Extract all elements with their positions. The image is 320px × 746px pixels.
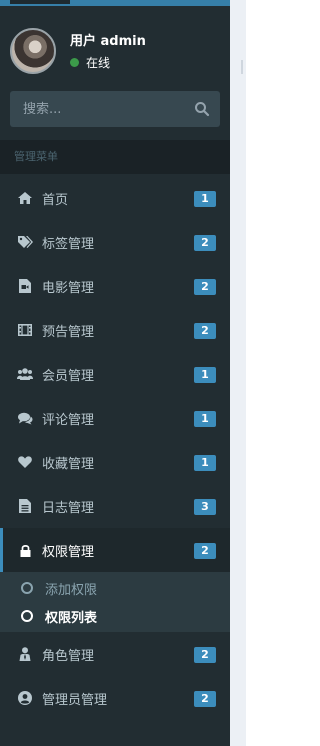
circle-icon [21, 610, 33, 622]
count-badge: 2 [194, 235, 216, 251]
count-badge: 2 [194, 691, 216, 707]
sidebar-item-roles[interactable]: 角色管理 2 [0, 632, 230, 676]
user-name: 用户 admin [70, 34, 146, 49]
sidebar: 用户 admin 在线 管理菜单 首页 1 标签管理 2 电影管理 2 [0, 0, 230, 746]
menu-header: 管理菜单 [0, 140, 230, 174]
sidebar-item-permissions[interactable]: 权限管理 2 [0, 528, 230, 572]
sidebar-item-admins[interactable]: 管理员管理 2 [0, 676, 230, 720]
count-badge: 2 [194, 323, 216, 339]
avatar[interactable] [10, 28, 56, 74]
circle-icon [21, 582, 33, 594]
home-icon [17, 190, 33, 206]
sidebar-item-label: 评论管理 [42, 412, 95, 428]
video-file-icon [17, 278, 33, 294]
permissions-submenu: 添加权限 权限列表 [0, 572, 230, 632]
sidebar-item-label: 预告管理 [42, 324, 95, 340]
count-badge: 1 [194, 455, 216, 471]
submenu-item-add-permission[interactable]: 添加权限 [0, 574, 230, 602]
user-status: 在线 [70, 54, 110, 71]
gutter-mark [241, 60, 243, 74]
role-icon [17, 646, 33, 662]
sidebar-item-tags[interactable]: 标签管理 2 [0, 220, 230, 264]
search-input[interactable] [10, 91, 185, 127]
heart-icon [17, 454, 33, 470]
lock-icon [17, 542, 33, 558]
count-badge: 2 [194, 647, 216, 663]
search-form [10, 91, 220, 127]
user-circle-icon [17, 690, 33, 706]
content-gutter [230, 0, 246, 746]
submenu-item-label: 权限列表 [45, 610, 98, 626]
online-dot-icon [70, 58, 79, 67]
users-icon [17, 366, 33, 382]
sidebar-menu: 首页 1 标签管理 2 电影管理 2 预告管理 2 会员管理 1 评论管理 1 [0, 176, 230, 720]
sidebar-item-label: 首页 [42, 192, 69, 208]
sidebar-item-label: 角色管理 [42, 648, 95, 664]
user-panel: 用户 admin 在线 [0, 6, 230, 84]
sidebar-item-label: 收藏管理 [42, 456, 95, 472]
sidebar-item-label: 电影管理 [42, 280, 95, 296]
file-text-icon [17, 498, 33, 514]
sidebar-item-comments[interactable]: 评论管理 1 [0, 396, 230, 440]
count-badge: 3 [194, 499, 216, 515]
submenu-item-permission-list[interactable]: 权限列表 [0, 602, 230, 630]
count-badge: 1 [194, 191, 216, 207]
tags-icon [17, 234, 33, 250]
sidebar-item-home[interactable]: 首页 1 [0, 176, 230, 220]
sidebar-item-label: 标签管理 [42, 236, 95, 252]
comments-icon [17, 410, 33, 426]
sidebar-item-label: 管理员管理 [42, 692, 108, 708]
search-icon[interactable] [194, 101, 210, 117]
count-badge: 1 [194, 367, 216, 383]
sidebar-item-label: 权限管理 [42, 544, 95, 560]
count-badge: 2 [194, 279, 216, 295]
sidebar-item-label: 日志管理 [42, 500, 95, 516]
sidebar-item-label: 会员管理 [42, 368, 95, 384]
count-badge: 2 [194, 543, 216, 559]
sidebar-item-logs[interactable]: 日志管理 3 [0, 484, 230, 528]
sidebar-item-trailers[interactable]: 预告管理 2 [0, 308, 230, 352]
sidebar-item-movies[interactable]: 电影管理 2 [0, 264, 230, 308]
sidebar-item-favorites[interactable]: 收藏管理 1 [0, 440, 230, 484]
submenu-item-label: 添加权限 [45, 582, 98, 598]
count-badge: 1 [194, 411, 216, 427]
status-text: 在线 [86, 56, 111, 70]
sidebar-item-members[interactable]: 会员管理 1 [0, 352, 230, 396]
film-icon [17, 322, 33, 338]
